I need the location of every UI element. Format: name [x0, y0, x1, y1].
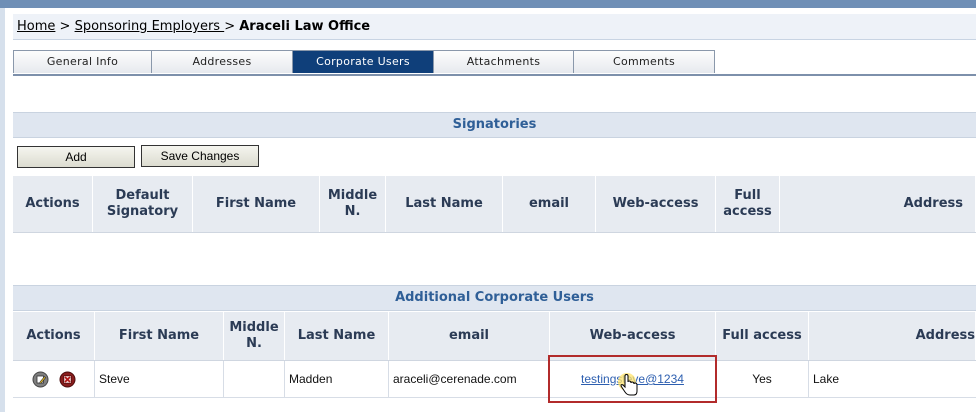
- col-middle-name: Middle N.: [320, 176, 386, 232]
- left-edge: [0, 8, 5, 412]
- full-access-cell: Yes: [716, 361, 809, 397]
- hand-cursor-icon: [616, 372, 646, 406]
- col-full-access: Full access: [716, 312, 809, 360]
- additional-users-table-header: Actions First Name Middle N. Last Name e…: [13, 312, 976, 361]
- col-first-name: First Name: [193, 176, 320, 232]
- tab-comments[interactable]: Comments: [573, 50, 715, 73]
- edit-icon[interactable]: [32, 371, 49, 388]
- tab-corporate-users[interactable]: Corporate Users: [292, 50, 434, 73]
- additional-users-header: Additional Corporate Users: [13, 285, 976, 311]
- signatories-empty-rows: [13, 240, 976, 280]
- address-cell: Lake: [813, 372, 840, 386]
- middle-name-cell: [224, 361, 285, 397]
- breadcrumb-home-link[interactable]: Home: [17, 19, 55, 34]
- last-name-cell: Madden: [285, 361, 389, 397]
- app-frame: Home > Sponsoring Employers > Araceli La…: [0, 0, 976, 412]
- tab-general-info[interactable]: General Info: [13, 50, 152, 73]
- col-email: email: [503, 176, 596, 232]
- col-first-name: First Name: [95, 312, 224, 360]
- breadcrumb: Home > Sponsoring Employers > Araceli La…: [13, 14, 976, 40]
- signatories-header: Signatories: [13, 112, 976, 138]
- signatories-table-header: Actions Default Signatory First Name Mid…: [13, 176, 976, 233]
- col-full-access: Full access: [716, 176, 780, 232]
- row-actions-cell: [13, 361, 95, 397]
- save-changes-button[interactable]: Save Changes: [141, 145, 259, 167]
- breadcrumb-separator: >: [55, 19, 75, 34]
- breadcrumb-current: Araceli Law Office: [239, 19, 371, 34]
- tab-addresses[interactable]: Addresses: [151, 50, 293, 73]
- col-address: Address: [809, 312, 976, 360]
- col-middle-name: Middle N.: [224, 312, 285, 360]
- breadcrumb-separator: >: [224, 19, 240, 34]
- col-email: email: [389, 312, 550, 360]
- col-actions: Actions: [13, 312, 95, 360]
- col-web-access: Web-access: [596, 176, 716, 232]
- col-default-signatory: Default Signatory: [93, 176, 193, 232]
- col-last-name: Last Name: [386, 176, 503, 232]
- table-row: Steve Madden araceli@cerenade.com testin…: [13, 361, 976, 398]
- col-actions: Actions: [13, 176, 93, 232]
- col-address: Address: [780, 176, 976, 232]
- email-cell: araceli@cerenade.com: [389, 361, 550, 397]
- col-last-name: Last Name: [285, 312, 389, 360]
- first-name-cell: Steve: [95, 361, 224, 397]
- delete-icon[interactable]: [59, 371, 76, 388]
- tab-attachments[interactable]: Attachments: [433, 50, 574, 73]
- add-button[interactable]: Add: [17, 146, 135, 168]
- breadcrumb-employers-link[interactable]: Sponsoring Employers: [75, 19, 225, 34]
- col-web-access: Web-access: [550, 312, 716, 360]
- window-top-bar: [0, 0, 976, 8]
- tab-underline: [13, 74, 976, 76]
- tab-bar: General Info Addresses Corporate Users A…: [13, 50, 715, 74]
